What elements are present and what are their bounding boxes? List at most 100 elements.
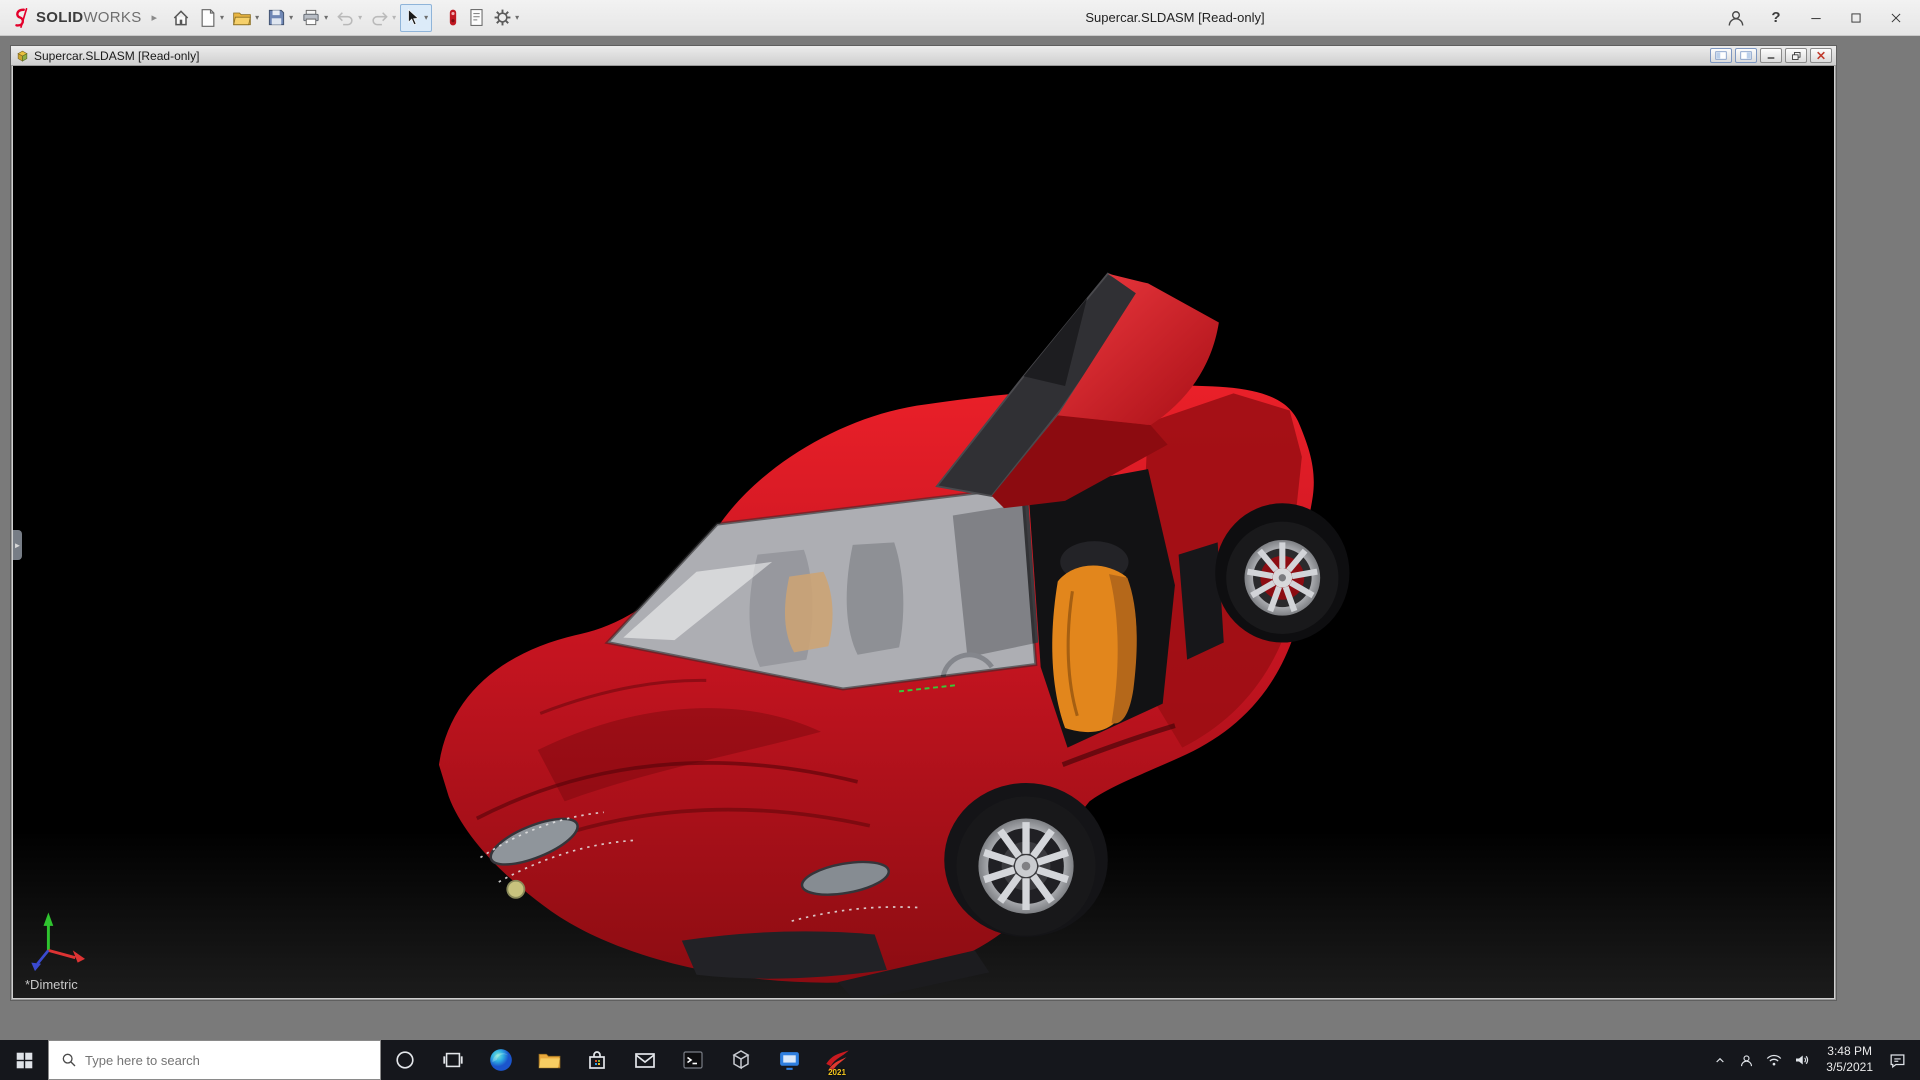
clock-time: 3:48 PM [1827, 1044, 1872, 1059]
minimize-button[interactable] [1796, 2, 1836, 34]
solidworks-version-badge: 2021 [828, 1068, 846, 1077]
doc-minimize-icon [1767, 57, 1775, 59]
taskbar-taskview-button[interactable] [429, 1040, 477, 1080]
system-tray: 3:48 PM 3/5/2021 [1707, 1040, 1920, 1080]
print-button[interactable]: ▾ [297, 4, 332, 32]
save-icon [268, 9, 285, 26]
options-button[interactable]: ▾ [489, 4, 523, 32]
pane-left-icon [1715, 51, 1727, 60]
tray-expand-button[interactable] [1707, 1040, 1733, 1080]
close-button[interactable] [1876, 2, 1916, 34]
doc-close-button[interactable] [1810, 48, 1832, 63]
taskbar-commandprompt-button[interactable] [669, 1040, 717, 1080]
new-document-icon [201, 8, 215, 27]
clock-date: 3/5/2021 [1826, 1060, 1873, 1074]
speaker-icon [1796, 1055, 1809, 1065]
taskbar-solidworks-button[interactable]: 2021 [813, 1040, 861, 1080]
dropdown-arrow-icon[interactable]: ▾ [324, 13, 328, 22]
view-orientation-label: *Dimetric [25, 977, 78, 992]
doc-restore-icon [1791, 51, 1800, 60]
car-marker-light [506, 879, 526, 899]
dropdown-arrow-icon[interactable]: ▾ [515, 13, 519, 22]
toolbar-flyout-arrow-icon[interactable]: ▸ [150, 11, 168, 24]
dropdown-arrow-icon[interactable]: ▾ [220, 13, 224, 22]
supercar-3d-model[interactable] [13, 66, 1834, 998]
doc-minimize-button[interactable] [1760, 48, 1782, 63]
featuremanager-expand-tab[interactable]: ► [13, 530, 22, 560]
open-button[interactable]: ▾ [228, 4, 263, 32]
document-title: Supercar.SLDASM [Read-only] [34, 48, 200, 63]
properties-icon [470, 9, 483, 26]
resources-icon [449, 9, 457, 26]
chevron-up-icon [1716, 1057, 1725, 1063]
brand-text: SOLIDWORKS [36, 9, 142, 26]
taskbar-3dviewer-button[interactable] [717, 1040, 765, 1080]
taskbar-store-button[interactable] [573, 1040, 621, 1080]
taskbar-edge-button[interactable] [477, 1040, 525, 1080]
taskbar-blueapp-button[interactable] [765, 1040, 813, 1080]
taskbar-explorer-button[interactable] [525, 1040, 573, 1080]
people-icon [1741, 1054, 1753, 1066]
car-front-wheel [956, 796, 1096, 936]
print-icon [303, 9, 319, 26]
maximize-button[interactable] [1836, 2, 1876, 34]
command-prompt-icon [683, 1051, 703, 1069]
action-center-icon [1890, 1053, 1905, 1068]
document-window: Supercar.SLDASM [Read-only] ► *Dimetric [10, 45, 1837, 1001]
properties-button[interactable] [464, 4, 489, 32]
taskbar-cortana-button[interactable] [381, 1040, 429, 1080]
minimize-icon [1811, 17, 1821, 19]
car-grille [681, 931, 887, 979]
taskbar-search[interactable] [48, 1040, 381, 1080]
resources-button[interactable] [442, 4, 464, 32]
mail-icon [635, 1053, 655, 1068]
new-document-button[interactable]: ▾ [195, 4, 228, 32]
solidworks-app: SOLIDWORKS ▸ ▾ ▾ ▾ ▾ ▾ ▾ ▾ ▾ Supercar.SL… [0, 0, 1920, 1080]
edge-icon [490, 1049, 512, 1071]
car-driver-seat [1052, 541, 1137, 733]
cube-3d-icon [732, 1050, 750, 1070]
cortana-icon [396, 1051, 414, 1069]
pane-toggle-left-button[interactable] [1710, 48, 1732, 63]
home-button[interactable] [167, 4, 195, 32]
home-icon [173, 9, 189, 25]
select-tool-button[interactable]: ▾ [400, 3, 433, 32]
document-titlebar[interactable]: Supercar.SLDASM [Read-only] [11, 46, 1836, 66]
open-folder-icon [233, 12, 251, 25]
account-icon [1728, 10, 1744, 26]
help-icon: ? [1771, 9, 1781, 26]
search-input[interactable] [85, 1052, 325, 1068]
undo-button[interactable]: ▾ [332, 4, 366, 32]
tray-volume-button[interactable] [1788, 1040, 1816, 1080]
dropdown-arrow-icon[interactable]: ▾ [289, 13, 293, 22]
pane-toggle-right-button[interactable] [1735, 48, 1757, 63]
redo-button[interactable]: ▾ [366, 4, 400, 32]
solidworks-logo: SOLIDWORKS [4, 7, 150, 29]
dropdown-arrow-icon[interactable]: ▾ [392, 13, 396, 22]
help-button[interactable]: ? [1756, 2, 1796, 34]
dropdown-arrow-icon[interactable]: ▾ [358, 13, 362, 22]
tray-network-button[interactable] [1760, 1040, 1788, 1080]
account-button[interactable] [1716, 2, 1756, 34]
app-window-title: Supercar.SLDASM [Read-only] [1085, 10, 1265, 25]
dropdown-arrow-icon[interactable]: ▾ [424, 13, 428, 22]
start-button[interactable] [0, 1040, 48, 1080]
windows-logo-icon [16, 1052, 32, 1068]
gear-icon [494, 9, 511, 26]
taskbar-clock[interactable]: 3:48 PM 3/5/2021 [1816, 1044, 1883, 1075]
file-explorer-icon [538, 1053, 560, 1068]
dassault-logo-icon [15, 7, 28, 28]
app-titlebar: SOLIDWORKS ▸ ▾ ▾ ▾ ▾ ▾ ▾ ▾ ▾ Supercar.SL… [0, 0, 1920, 36]
app-window-controls: ? [1716, 2, 1916, 34]
action-center-button[interactable] [1883, 1040, 1912, 1080]
taskbar-mail-button[interactable] [621, 1040, 669, 1080]
windows-taskbar: 2021 [0, 1040, 1920, 1080]
undo-icon [337, 12, 353, 26]
doc-close-icon [1817, 51, 1825, 60]
doc-restore-button[interactable] [1785, 48, 1807, 63]
tray-people-button[interactable] [1733, 1040, 1760, 1080]
dropdown-arrow-icon[interactable]: ▾ [255, 13, 259, 22]
task-view-icon [443, 1052, 463, 1068]
graphics-viewport[interactable]: ► *Dimetric [13, 66, 1834, 998]
save-button[interactable]: ▾ [263, 4, 297, 32]
